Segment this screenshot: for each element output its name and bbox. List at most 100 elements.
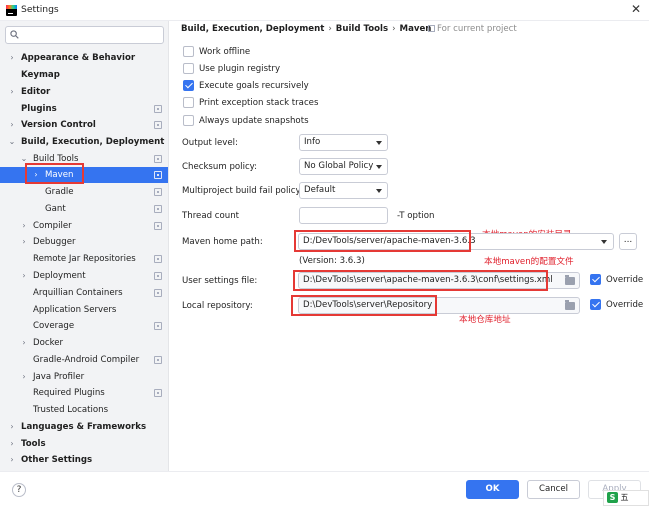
sidebar-item-debugger[interactable]: › Debugger bbox=[0, 234, 168, 250]
sidebar-item-arquillian-containers[interactable]: Arquillian Containers bbox=[0, 285, 168, 301]
sidebar-item-java-profiler[interactable]: › Java Profiler bbox=[0, 369, 168, 385]
sidebar-item-editor[interactable]: › Editor bbox=[0, 84, 168, 100]
sidebar-item-label: Version Control bbox=[21, 120, 96, 130]
use-plugin-registry-label: Use plugin registry bbox=[199, 64, 281, 74]
sidebar-item-trusted-locations[interactable]: Trusted Locations bbox=[0, 402, 168, 418]
sidebar-item-languages-frameworks[interactable]: › Languages & Frameworks bbox=[0, 419, 168, 435]
sidebar-item-label: Keymap bbox=[21, 70, 60, 80]
user-settings-highlight-box bbox=[293, 270, 548, 291]
user-settings-override-checkbox[interactable] bbox=[590, 274, 601, 285]
chevron-right-icon[interactable]: › bbox=[19, 335, 29, 351]
checksum-policy-dropdown[interactable]: No Global Policy bbox=[299, 158, 388, 175]
chevron-right-icon[interactable]: › bbox=[7, 452, 17, 468]
cancel-button[interactable]: Cancel bbox=[527, 480, 580, 499]
output-level-value: Info bbox=[304, 137, 321, 147]
multiproject-fail-policy-dropdown[interactable]: Default bbox=[299, 182, 388, 199]
folder-icon[interactable] bbox=[565, 300, 575, 310]
chevron-right-icon[interactable]: › bbox=[19, 218, 29, 234]
chevron-right-icon[interactable]: › bbox=[7, 117, 17, 133]
sidebar-item-label: Tools bbox=[21, 439, 46, 449]
sidebar-item-gradle[interactable]: Gradle bbox=[0, 184, 168, 200]
chevron-down-icon bbox=[376, 165, 382, 169]
ime-toolbar[interactable]: S 五 bbox=[603, 490, 649, 506]
chevron-down-icon bbox=[376, 141, 382, 145]
thread-count-input[interactable] bbox=[299, 207, 388, 224]
sidebar-item-compiler[interactable]: › Compiler bbox=[0, 218, 168, 234]
settings-sidebar: › Appearance & Behavior Keymap › Editor … bbox=[0, 21, 169, 471]
chevron-down-icon[interactable]: ⌄ bbox=[7, 134, 17, 150]
project-scope-icon bbox=[154, 255, 162, 263]
project-scope-icon bbox=[154, 105, 162, 113]
use-plugin-registry-checkbox[interactable] bbox=[183, 63, 194, 74]
work-offline-checkbox[interactable] bbox=[183, 46, 194, 57]
repository-annotation: 本地仓库地址 bbox=[459, 315, 511, 325]
window-title: Settings bbox=[21, 4, 59, 15]
settings-search-box[interactable] bbox=[5, 26, 164, 44]
sidebar-item-gradle-android-compiler[interactable]: Gradle-Android Compiler bbox=[0, 352, 168, 368]
breadcrumb-item[interactable]: Build, Execution, Deployment bbox=[181, 24, 324, 34]
sidebar-item-tools[interactable]: › Tools bbox=[0, 436, 168, 452]
breadcrumb-item: Maven bbox=[399, 24, 432, 34]
scope-indicator: For current project bbox=[428, 24, 517, 34]
sidebar-item-other-settings[interactable]: › Other Settings bbox=[0, 452, 168, 468]
project-scope-icon bbox=[154, 289, 162, 297]
multiproject-fail-policy-value: Default bbox=[304, 185, 336, 195]
sidebar-item-label: Gradle-Android Compiler bbox=[33, 355, 140, 365]
sidebar-item-gant[interactable]: Gant bbox=[0, 201, 168, 217]
project-scope-icon bbox=[154, 356, 162, 364]
sidebar-item-label: Languages & Frameworks bbox=[21, 422, 147, 432]
sidebar-item-label: Required Plugins bbox=[33, 388, 105, 398]
sidebar-item-coverage[interactable]: Coverage bbox=[0, 318, 168, 334]
sidebar-item-application-servers[interactable]: Application Servers bbox=[0, 302, 168, 318]
sidebar-item-label: Coverage bbox=[33, 321, 75, 331]
always-update-snapshots-checkbox[interactable] bbox=[183, 115, 194, 126]
intellij-app-icon bbox=[6, 5, 17, 16]
close-icon[interactable]: ✕ bbox=[628, 1, 644, 17]
maven-home-highlight-box bbox=[294, 230, 471, 252]
chevron-right-icon[interactable]: › bbox=[7, 419, 17, 435]
sidebar-item-version-control[interactable]: › Version Control bbox=[0, 117, 168, 133]
execute-goals-recursively-checkbox[interactable] bbox=[183, 80, 194, 91]
sidebar-item-docker[interactable]: › Docker bbox=[0, 335, 168, 351]
sidebar-item-label: Editor bbox=[21, 87, 51, 97]
project-scope-icon bbox=[154, 322, 162, 330]
chevron-right-icon[interactable]: › bbox=[7, 84, 17, 100]
thread-count-hint: -T option bbox=[397, 211, 435, 221]
chevron-right-icon[interactable]: › bbox=[7, 50, 17, 66]
user-settings-label: User settings file: bbox=[182, 276, 258, 286]
sidebar-item-plugins[interactable]: Plugins bbox=[0, 101, 168, 117]
chevron-down-icon[interactable] bbox=[601, 240, 607, 244]
output-level-dropdown[interactable]: Info bbox=[299, 134, 388, 151]
breadcrumb: Build, Execution, Deployment › Build Tools… bbox=[181, 24, 431, 38]
sidebar-item-deployment[interactable]: › Deployment bbox=[0, 268, 168, 284]
sidebar-item-label: Deployment bbox=[33, 271, 86, 281]
sidebar-item-label: Arquillian Containers bbox=[33, 288, 123, 298]
local-repository-override-checkbox[interactable] bbox=[590, 299, 601, 310]
sidebar-item-label: Gradle bbox=[45, 187, 74, 197]
chevron-right-icon[interactable]: › bbox=[7, 436, 17, 452]
chevron-right-icon[interactable]: › bbox=[19, 268, 29, 284]
title-bar: Settings ✕ bbox=[0, 0, 649, 21]
sidebar-item-keymap[interactable]: Keymap bbox=[0, 67, 168, 83]
sidebar-item-appearance-behavior[interactable]: › Appearance & Behavior bbox=[0, 50, 168, 66]
sidebar-item-remote-jar-repositories[interactable]: Remote Jar Repositories bbox=[0, 251, 168, 267]
folder-icon[interactable] bbox=[565, 275, 575, 285]
help-button[interactable]: ? bbox=[12, 483, 26, 497]
print-exception-stack-traces-checkbox[interactable] bbox=[183, 97, 194, 108]
sogou-logo-icon: S bbox=[607, 492, 618, 503]
project-scope-icon bbox=[154, 222, 162, 230]
sidebar-item-label: Gant bbox=[45, 204, 66, 214]
search-input[interactable] bbox=[22, 28, 160, 42]
browse-maven-home-button[interactable]: ... bbox=[619, 233, 637, 250]
chevron-right-icon[interactable]: › bbox=[19, 234, 29, 250]
chevron-right-icon[interactable]: › bbox=[19, 369, 29, 385]
project-scope-icon bbox=[428, 25, 435, 32]
scope-label: For current project bbox=[437, 24, 517, 34]
sidebar-item-required-plugins[interactable]: Required Plugins bbox=[0, 385, 168, 401]
ok-button[interactable]: OK bbox=[466, 480, 519, 499]
breadcrumb-item[interactable]: Build Tools bbox=[336, 24, 388, 34]
ime-mode-text: 五 bbox=[620, 493, 629, 502]
sidebar-item-build-execution-deployment[interactable]: ⌄ Build, Execution, Deployment bbox=[0, 134, 168, 150]
checksum-policy-label: Checksum policy: bbox=[182, 162, 258, 172]
always-update-snapshots-label: Always update snapshots bbox=[199, 116, 309, 126]
